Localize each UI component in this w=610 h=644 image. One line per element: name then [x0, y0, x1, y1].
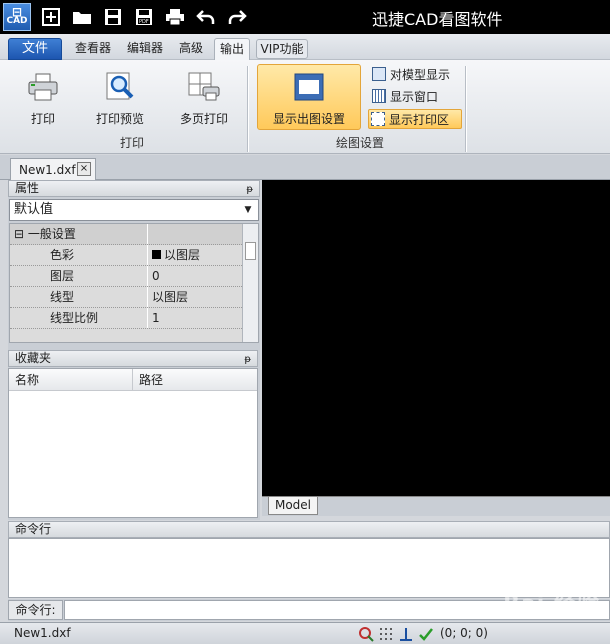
- property-row-layer[interactable]: 图层 0: [10, 266, 258, 287]
- print-button[interactable]: 打印: [16, 70, 70, 127]
- print-icon[interactable]: [164, 6, 186, 28]
- group-print-label: 打印: [119, 136, 144, 150]
- property-row-color[interactable]: 色彩 以图层: [10, 245, 258, 266]
- tab-advanced[interactable]: 高级: [174, 38, 208, 60]
- save-icon[interactable]: [102, 6, 124, 28]
- tab-model[interactable]: Model: [268, 497, 318, 515]
- undo-icon[interactable]: [195, 6, 217, 28]
- command-panel-title: 命令行: [8, 521, 610, 538]
- collapse-icon[interactable]: ⊟: [14, 227, 24, 241]
- multi-page-print-button[interactable]: 多页打印: [174, 70, 234, 127]
- ribbon-tabs: 文件 查看器 编辑器 高级 输出 VIP功能: [0, 34, 610, 60]
- polar-icon[interactable]: [418, 626, 434, 642]
- document-tab[interactable]: New1.dxf ×: [10, 158, 96, 180]
- magnifier-icon: [103, 70, 137, 104]
- pin-icon[interactable]: ᵽ: [244, 352, 251, 367]
- group-plot-settings-label: 绘图设置: [335, 136, 384, 150]
- scrollbar-thumb[interactable]: [245, 242, 256, 260]
- tab-output[interactable]: 输出: [214, 38, 250, 60]
- redo-icon[interactable]: [226, 6, 248, 28]
- column-path[interactable]: 路径: [133, 369, 163, 390]
- show-plot-settings-label-wrap: 显示出图设置: [257, 70, 361, 127]
- ribbon-separator: [247, 66, 249, 152]
- property-row-linetype[interactable]: 线型 以图层: [10, 287, 258, 308]
- tab-file[interactable]: 文件: [8, 38, 62, 60]
- model-view-icon: [372, 67, 386, 81]
- grid-icon[interactable]: [378, 626, 394, 642]
- document-tabs: New1.dxf ×: [0, 155, 610, 180]
- property-row-linetype-scale[interactable]: 线型比例 1: [10, 308, 258, 329]
- color-swatch: [152, 250, 161, 259]
- status-file-name: New1.dxf: [14, 626, 71, 640]
- open-folder-icon[interactable]: [71, 6, 93, 28]
- ribbon-panel: 打印 打印预览 多页打印 打印 显示出图设置 对模型显示 显示窗口 显示打印区 …: [0, 60, 610, 154]
- window-title: 迅捷CAD看图软件: [372, 10, 503, 29]
- show-window-button[interactable]: 显示窗口: [370, 86, 442, 106]
- status-coordinates: (0; 0; 0): [440, 626, 488, 640]
- command-label: 命令行:: [8, 600, 63, 620]
- properties-selector[interactable]: 默认值 ▼: [9, 199, 259, 221]
- tab-viewer[interactable]: 查看器: [70, 38, 116, 60]
- print-preview-button[interactable]: 打印预览: [90, 70, 150, 127]
- watermark-logo: Bai 经验: [503, 592, 600, 617]
- title-bar: ⊟ CAD PDF 迅捷CAD看图软件: [0, 0, 610, 34]
- app-logo[interactable]: ⊟ CAD: [3, 3, 31, 31]
- print-area-icon: [371, 112, 385, 126]
- tab-vip[interactable]: VIP功能: [256, 39, 308, 59]
- new-icon[interactable]: [40, 6, 62, 28]
- tab-editor[interactable]: 编辑器: [122, 38, 168, 60]
- column-name[interactable]: 名称: [9, 369, 133, 390]
- ribbon-separator-2: [465, 66, 467, 152]
- pin-icon[interactable]: ᵽ: [246, 182, 253, 197]
- chevron-down-icon[interactable]: ▼: [241, 202, 255, 218]
- multi-page-print-icon: [187, 70, 221, 104]
- favorites-list[interactable]: 名称 路径: [8, 368, 258, 518]
- properties-panel-title: 属性 ᵽ: [8, 180, 260, 197]
- window-icon: [372, 89, 386, 103]
- favorites-panel-title: 收藏夹 ᵽ: [8, 350, 258, 367]
- show-model-button[interactable]: 对模型显示: [370, 64, 454, 84]
- left-pane: 属性 ᵽ 默认值 ▼ ⊟ 一般设置 色彩 以图层 图层 0 线型 以图层 线型比…: [8, 180, 260, 520]
- close-icon[interactable]: ×: [77, 162, 91, 176]
- ortho-icon[interactable]: [398, 626, 414, 642]
- property-group-row[interactable]: ⊟ 一般设置: [10, 224, 258, 245]
- favorites-header: 名称 路径: [9, 369, 257, 391]
- svg-text:PDF: PDF: [139, 19, 149, 25]
- plot-settings-icon: [292, 70, 326, 104]
- properties-scrollbar[interactable]: [242, 224, 258, 342]
- osnap-icon[interactable]: [358, 626, 374, 642]
- save-as-pdf-icon[interactable]: PDF: [133, 6, 155, 28]
- properties-table: ⊟ 一般设置 色彩 以图层 图层 0 线型 以图层 线型比例 1: [9, 223, 259, 343]
- layout-tabs: Model: [262, 496, 610, 516]
- printer-icon: [26, 70, 60, 104]
- drawing-canvas[interactable]: [262, 180, 610, 496]
- status-bar: New1.dxf (0; 0; 0): [0, 622, 610, 644]
- show-print-area-button[interactable]: 显示打印区: [368, 109, 462, 129]
